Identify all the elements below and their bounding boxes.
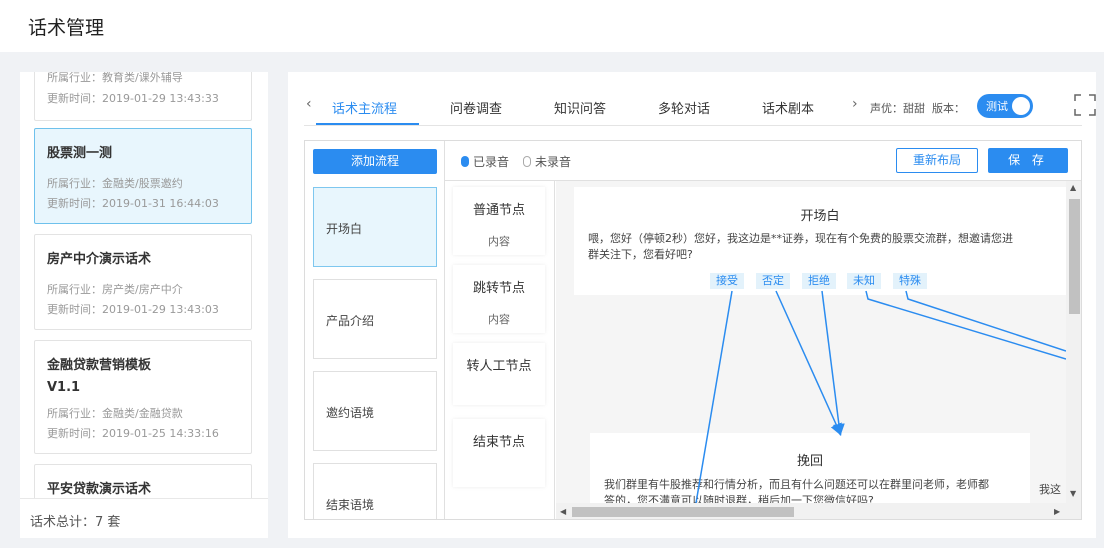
scroll-up-icon[interactable]: ▲: [1070, 183, 1076, 192]
toggle-knob: [1012, 97, 1030, 115]
mic-icon: [523, 156, 531, 167]
flow-list: 添加流程 开场白 产品介绍 邀约语境 结束语境: [305, 141, 445, 519]
node-type-name: 普通节点: [472, 203, 525, 218]
canvas-toolbar: 已录音 未录音 重新布局 保 存: [445, 141, 1081, 181]
flow-workspace: 添加流程 开场白 产品介绍 邀约语境 结束语境 已录音 未录音 重新布局 保 存…: [304, 140, 1082, 520]
active-tab-underline: [316, 123, 419, 125]
script-card-title: 平安贷款演示话术: [47, 482, 152, 497]
flow-canvas[interactable]: 开场白 喂，您好（停顿2秒）您好，我这边是**证券，现在有个免费的股票交流群，想…: [556, 181, 1066, 503]
tabs-bar: ‹ 话术主流程 问卷调查 知识问答 多轮对话 话术剧本 › 声优：甜甜 版本： …: [304, 94, 1096, 126]
script-card-updated: 更新时间：2019-01-29 13:43:03: [47, 303, 219, 316]
page-title: 话术管理: [28, 17, 105, 39]
chevron-right-icon[interactable]: ›: [852, 96, 858, 112]
horizontal-scrollbar[interactable]: ◀ ▶: [556, 503, 1081, 519]
script-list-panel: 所属行业：教育类/课外辅导 更新时间：2019-01-29 13:43:33 股…: [20, 72, 268, 538]
vertical-scrollbar[interactable]: ▲ ▼: [1066, 181, 1081, 503]
fullscreen-icon[interactable]: [1074, 94, 1096, 116]
script-card[interactable]: 所属行业：教育类/课外辅导 更新时间：2019-01-29 13:43:33: [34, 72, 252, 121]
chevron-left-icon[interactable]: ‹: [306, 96, 312, 112]
flow-item-label: 开场白: [326, 222, 363, 236]
flow-item[interactable]: 邀约语境: [313, 371, 437, 451]
edge-unknown: [865, 290, 1066, 360]
flow-item-label: 产品介绍: [326, 314, 375, 328]
tab-main-flow[interactable]: 话术主流程: [332, 98, 397, 117]
script-card-active[interactable]: 股票测一测 所属行业：金融类/股票邀约 更新时间：2019-01-31 16:4…: [34, 128, 252, 224]
node-type-normal[interactable]: 普通节点 内容: [453, 187, 545, 255]
recorded-label: 已录音: [473, 155, 510, 169]
script-card-industry: 所属行业：教育类/课外辅导: [47, 72, 183, 84]
tab-questionnaire[interactable]: 问卷调查: [450, 98, 502, 117]
tab-multi-turn[interactable]: 多轮对话: [658, 98, 710, 117]
version-toggle[interactable]: 测试: [977, 94, 1033, 118]
script-card-industry: 所属行业：房产类/房产中介: [47, 283, 183, 296]
script-total-footer: 话术总计：7 套: [20, 498, 268, 538]
edge-special: [905, 290, 1066, 352]
not-recorded-label: 未录音: [535, 155, 572, 169]
script-card-industry: 所属行业：金融类/股票邀约: [47, 177, 183, 190]
flow-item[interactable]: 产品介绍: [313, 279, 437, 359]
node-type-name: 结束节点: [472, 435, 525, 450]
relayout-button[interactable]: 重新布局: [896, 148, 978, 173]
script-card-industry: 所属行业：金融类/金融贷款: [47, 407, 183, 420]
script-card-title: 股票测一测: [47, 146, 113, 161]
script-card[interactable]: 平安贷款演示话术: [34, 464, 252, 498]
node-type-sub: 内容: [488, 235, 510, 248]
horizontal-scroll-thumb[interactable]: [572, 507, 794, 517]
script-card-title: 房产中介演示话术: [47, 252, 152, 267]
scroll-right-icon[interactable]: ▶: [1054, 507, 1060, 516]
mic-icon: [461, 156, 469, 167]
flow-item-label: 结束语境: [326, 498, 375, 512]
scroll-down-icon[interactable]: ▼: [1070, 489, 1076, 498]
flow-item-active[interactable]: 开场白: [313, 187, 437, 267]
script-card-title: 金融贷款营销模板V1.1: [47, 358, 152, 395]
script-card-updated: 更新时间：2019-01-25 14:33:16: [47, 427, 219, 440]
node-type-jump[interactable]: 跳转节点 内容: [453, 265, 545, 333]
edge-accept: [695, 290, 733, 503]
vertical-scroll-thumb[interactable]: [1069, 199, 1080, 314]
node-type-transfer[interactable]: 转人工节点: [453, 343, 545, 405]
save-button[interactable]: 保 存: [988, 148, 1068, 173]
toggle-label: 测试: [986, 100, 1008, 113]
node-type-name: 跳转节点: [472, 281, 525, 296]
voice-selector[interactable]: 声优：甜甜 版本：: [870, 100, 965, 116]
script-total: 话术总计：7 套: [30, 515, 121, 530]
flow-item-label: 邀约语境: [326, 406, 375, 420]
add-flow-button[interactable]: 添加流程: [313, 149, 437, 174]
node-type-end[interactable]: 结束节点: [453, 419, 545, 487]
recorded-legend: 已录音: [461, 153, 509, 170]
flow-item[interactable]: 结束语境: [313, 463, 437, 519]
version-label: 版本：: [932, 102, 965, 115]
script-card[interactable]: 房产中介演示话术 所属行业：房产类/房产中介 更新时间：2019-01-29 1…: [34, 234, 252, 330]
script-card[interactable]: 金融贷款营销模板V1.1 所属行业：金融类/金融贷款 更新时间：2019-01-…: [34, 340, 252, 454]
script-list: 所属行业：教育类/课外辅导 更新时间：2019-01-29 13:43:33 股…: [20, 72, 268, 498]
node-palette: 普通节点 内容 跳转节点 内容 转人工节点 结束节点: [445, 181, 555, 519]
page-header: 话术管理: [0, 0, 1104, 52]
node-type-name: 转人工节点: [466, 359, 532, 374]
editor-panel: ‹ 话术主流程 问卷调查 知识问答 多轮对话 话术剧本 › 声优：甜甜 版本： …: [288, 72, 1096, 538]
scroll-left-icon[interactable]: ◀: [560, 507, 566, 516]
script-card-updated: 更新时间：2019-01-31 16:44:03: [47, 197, 219, 210]
flow-edges: [695, 290, 1066, 503]
node-type-sub: 内容: [488, 313, 510, 326]
voice-label: 声优：甜甜: [870, 102, 925, 115]
not-recorded-legend: 未录音: [523, 153, 571, 170]
tab-knowledge-qa[interactable]: 知识问答: [554, 98, 606, 117]
tab-script-play[interactable]: 话术剧本: [762, 98, 814, 117]
script-card-updated: 更新时间：2019-01-29 13:43:33: [47, 92, 219, 105]
